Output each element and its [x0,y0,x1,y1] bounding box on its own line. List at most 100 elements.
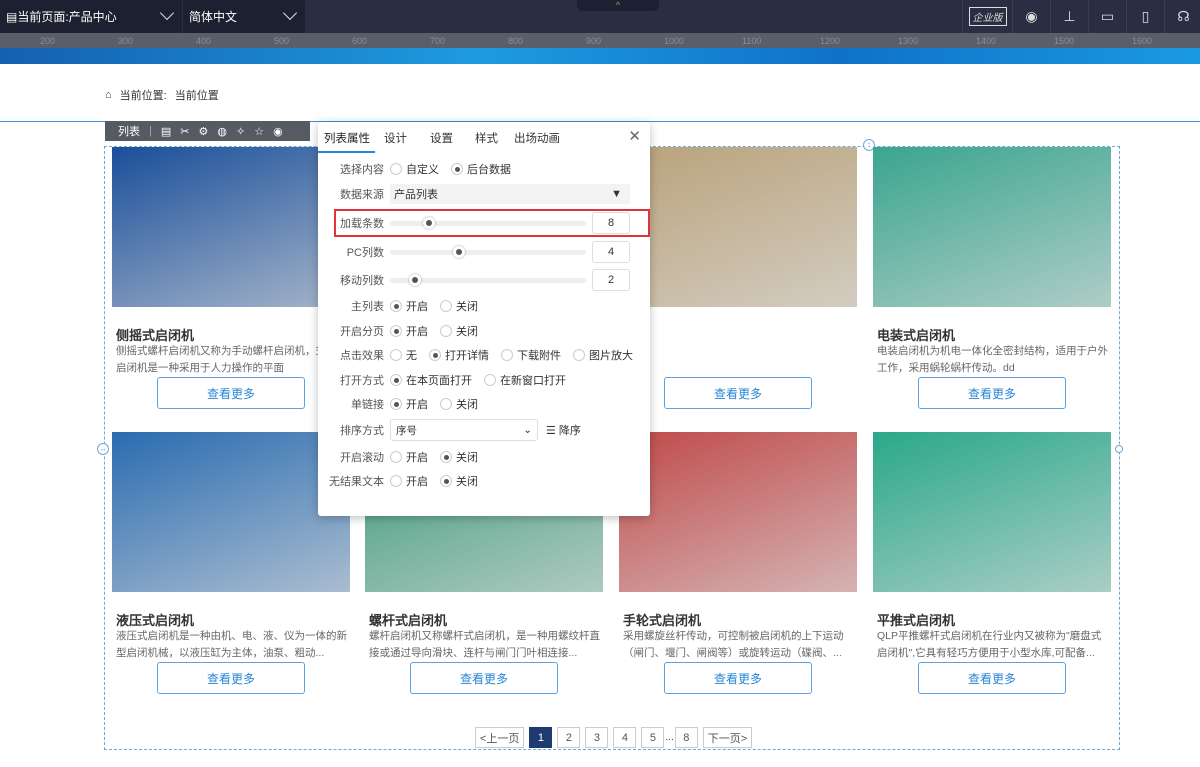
radio-option[interactable]: 关闭 [440,473,478,489]
radio-option[interactable]: 图片放大 [573,347,633,363]
radio-option[interactable]: 下载附件 [501,347,561,363]
mobile_columns-slider[interactable] [390,273,586,286]
next-page-button[interactable]: 下一页> [702,727,753,748]
data-source-select[interactable]: 产品列表 ▼ [390,184,630,204]
radio-option[interactable]: 在新窗口打开 [484,372,566,388]
radio-option[interactable]: 打开详情 [429,347,489,363]
field-label: 选择内容 [340,164,384,176]
product-title[interactable]: 电装式启闭机 [877,325,955,344]
prev-page-button[interactable]: <上一页 [475,727,525,748]
slider-handle[interactable] [409,273,422,286]
product-title[interactable]: 平推式启闭机 [877,610,955,629]
gear-icon[interactable]: ⚙ [198,125,208,138]
page-4[interactable]: 4 [613,727,637,748]
product-title[interactable]: 螺杆式启闭机 [369,610,447,629]
slider-handle[interactable] [452,245,465,258]
radio-option[interactable]: 开启 [390,473,428,489]
desktop-icon[interactable]: ▭ [1088,0,1126,33]
tab-settings[interactable]: 设置 [430,130,453,146]
product-desc: 螺杆启闭机又称螺杆式启闭机，是一种用螺纹杆直接或通过导向滑块、连杆与闸门门叶相连… [369,630,600,659]
pc_columns-slider[interactable] [390,245,586,258]
page-1[interactable]: 1 [529,727,553,748]
resize-handle-right[interactable] [1115,445,1123,453]
magic-icon[interactable]: ✧ [236,125,245,138]
preview-eye-icon[interactable]: ◉ [1012,0,1050,33]
layout-icon[interactable]: ⊥ [1050,0,1088,33]
radio-option[interactable]: 开启 [390,396,428,412]
radio-option[interactable]: 关闭 [440,396,478,412]
ruler-tick: 700 [430,36,446,46]
edit-icon[interactable]: ▤ [161,125,171,138]
unlink-icon[interactable]: ✂ [180,125,189,138]
row-sort: 排序方式 序号 ⌄ ☰ 降序 [318,419,650,441]
ruler-tick: 500 [274,36,290,46]
ruler: 200 300 400 500 600 700 800 900 1000 1100 1200 1300… [0,33,1200,48]
product-card: 侧摇式启闭机 侧摇式螺杆启闭机又称为手动螺杆启闭机，式螺杆启闭机是一种采用于人力… [112,147,350,409]
view-more-button[interactable]: 查看更多 [918,377,1066,409]
view-more-button[interactable]: 查看更多 [664,662,812,694]
toolbar-label: 列表 [118,126,140,138]
ruler-tick: 400 [196,36,212,46]
product-image[interactable] [873,432,1111,592]
page-8[interactable]: 8 [674,727,698,748]
close-icon[interactable]: ✕ [628,127,641,145]
product-title[interactable]: 液压式启闭机 [116,610,194,629]
pc_columns-input[interactable]: 4 [592,241,630,263]
product-image[interactable] [619,147,857,307]
collapse-toggle[interactable]: ^ [577,0,659,11]
language-select[interactable]: 简体中文 [183,0,305,33]
tab-design[interactable]: 设计 [384,130,407,146]
product-desc: 侧摇式螺杆启闭机又称为手动螺杆启闭机，式螺杆启闭机是一种采用于人力操作的平面 [116,345,347,374]
radio-circle [390,349,402,361]
sort-order-toggle[interactable]: ☰ 降序 [546,422,581,438]
view-more-button[interactable]: 查看更多 [157,662,305,694]
product-image[interactable] [873,147,1111,307]
page-5[interactable]: 5 [641,727,665,748]
radio-circle [440,325,452,337]
view-more-button[interactable]: 查看更多 [157,377,305,409]
product-title[interactable]: 侧摇式启闭机 [116,325,194,344]
radio-option[interactable]: 关闭 [440,449,478,465]
radio-option[interactable]: 在本页面打开 [390,372,472,388]
radio-option[interactable]: 开启 [390,323,428,339]
sort-select[interactable]: 序号 ⌄ [390,419,538,441]
view-more-button[interactable]: 查看更多 [664,377,812,409]
page-3[interactable]: 3 [585,727,609,748]
radio-circle [390,325,402,337]
product-image[interactable] [619,432,857,592]
radio-option[interactable]: 后台数据 [451,161,511,177]
field-label: 数据来源 [340,189,384,201]
radio-option[interactable]: 关闭 [440,323,478,339]
page-2[interactable]: 2 [557,727,581,748]
radio-circle [390,300,402,312]
tab-list-properties[interactable]: 列表属性 [324,130,370,146]
mobile_columns-input[interactable]: 2 [592,269,630,291]
row-mobile_columns: 移动列数 2 [318,269,650,291]
radio-circle [429,349,441,361]
palette-icon[interactable]: ◍ [217,125,227,138]
tab-style[interactable]: 样式 [475,130,498,146]
radio-circle [501,349,513,361]
product-image[interactable] [112,147,350,307]
radio-option[interactable]: 关闭 [440,298,478,314]
radio-circle [390,451,402,463]
product-card: 电装式启闭机 电装启闭机为机电一体化全密封结构，适用于户外工作，采用蜗轮蜗杆传动… [873,147,1111,409]
radio-option[interactable]: 自定义 [390,161,439,177]
product-title[interactable]: 手轮式启闭机 [623,610,701,629]
radio-option[interactable]: 无 [390,347,417,363]
radio-circle [440,300,452,312]
radio-option[interactable]: 开启 [390,298,428,314]
mobile-icon[interactable]: ▯ [1126,0,1164,33]
product-card: 手轮式启闭机 采用螺旋丝杆传动，可控制被启闭机的上下运动（闸门、堰门、闸阀等）或… [619,432,857,694]
view-more-button[interactable]: 查看更多 [918,662,1066,694]
view-more-button[interactable]: 查看更多 [410,662,558,694]
star-icon[interactable]: ☆ [254,125,264,138]
radio-option[interactable]: 开启 [390,449,428,465]
product-image[interactable] [112,432,350,592]
tab-animation[interactable]: 出场动画 [514,130,560,146]
eye-icon[interactable]: ◉ [273,125,283,138]
resize-handle-left[interactable]: ↔ [97,443,109,455]
page-select[interactable]: ▤ 当前页面:产品中心 [0,0,182,33]
radio-circle [440,475,452,487]
support-icon[interactable]: ☊ [1164,0,1200,33]
